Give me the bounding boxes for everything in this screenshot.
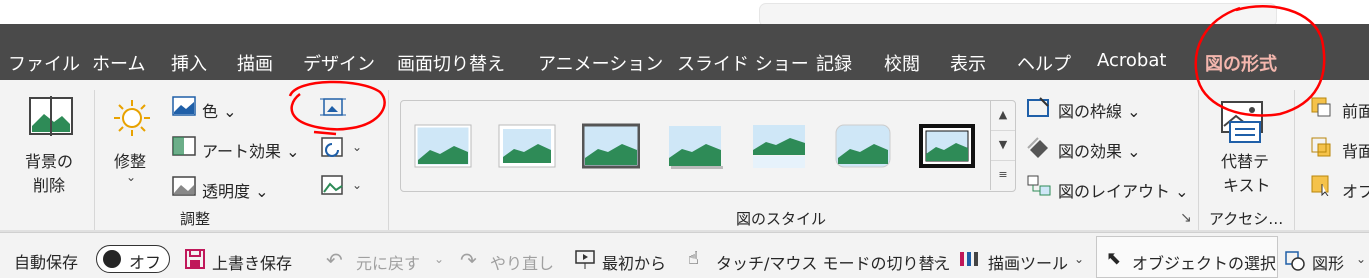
tab-design[interactable]: デザイン <box>303 50 375 76</box>
cursor-arrow-icon: ⬉ <box>1106 248 1122 269</box>
remove-background-label-2[interactable]: 削除 <box>33 172 65 196</box>
tab-file[interactable]: ファイル <box>8 50 80 76</box>
tab-draw[interactable]: 描画 <box>237 50 273 76</box>
selection-pane-icon[interactable] <box>1310 174 1332 200</box>
ribbon-tabs: ファイル ホーム 挿入 描画 デザイン 画面切り替え アニメーション スライド … <box>0 24 1369 84</box>
separator <box>1294 90 1295 230</box>
picture-layout-icon[interactable] <box>1026 174 1052 202</box>
gallery-scroll: ▲ ▼ ≡ <box>990 100 1015 190</box>
picture-border-icon[interactable] <box>1026 96 1052 122</box>
touch-mode-label[interactable]: タッチ/マウス モードの切り替え <box>716 250 950 274</box>
send-backward-label[interactable]: 背面 <box>1342 138 1369 162</box>
alt-text-label-2[interactable]: キスト <box>1223 172 1271 196</box>
style-thumbnail[interactable] <box>834 122 892 170</box>
remove-background-label-1[interactable]: 背景の <box>25 148 73 172</box>
present-from-start-icon[interactable] <box>574 248 596 274</box>
tab-acrobat[interactable]: Acrobat <box>1097 50 1166 71</box>
style-thumbnail[interactable] <box>750 122 808 170</box>
tab-view[interactable]: 表示 <box>950 50 986 76</box>
reset-picture-chevron-icon[interactable]: ⌄ <box>352 178 362 192</box>
tab-picture-format[interactable]: 図の形式 <box>1205 50 1277 84</box>
transparency-icon[interactable] <box>172 176 196 202</box>
tab-review[interactable]: 校閲 <box>884 50 920 76</box>
artistic-effects-label[interactable]: アート効果 ⌄ <box>202 138 300 162</box>
artistic-effects-icon[interactable] <box>172 136 196 162</box>
color-icon[interactable] <box>172 96 196 122</box>
search-box[interactable] <box>760 4 1276 26</box>
tab-help[interactable]: ヘルプ <box>1017 50 1071 76</box>
tab-record[interactable]: 記録 <box>816 50 852 76</box>
style-thumbnail[interactable] <box>498 122 556 170</box>
bring-forward-icon[interactable] <box>1310 96 1332 122</box>
transparency-label[interactable]: 透明度 ⌄ <box>202 178 269 202</box>
alt-text-label-1[interactable]: 代替テ <box>1221 148 1269 172</box>
change-picture-chevron-icon[interactable]: ⌄ <box>352 140 362 154</box>
remove-background-icon[interactable] <box>28 96 74 142</box>
accessibility-group-label: アクセシ… <box>1209 210 1284 228</box>
alt-text-icon[interactable] <box>1218 100 1268 150</box>
save-icon[interactable] <box>184 248 206 274</box>
undo-chevron-icon[interactable]: ⌄ <box>434 252 444 266</box>
draw-tools-chevron-icon[interactable]: ⌄ <box>1074 252 1084 266</box>
separator <box>388 90 389 230</box>
gallery-scroll-up-icon[interactable]: ▲ <box>991 100 1015 131</box>
touch-mode-icon[interactable]: ☝ <box>688 248 699 269</box>
corrections-chevron-icon[interactable]: ⌄ <box>126 170 136 184</box>
separator <box>94 90 95 230</box>
style-thumbnail[interactable] <box>581 122 641 170</box>
dialog-launcher-icon[interactable]: ↘ <box>1180 210 1192 226</box>
picture-layout-label[interactable]: 図のレイアウト ⌄ <box>1058 178 1189 202</box>
tab-slideshow[interactable]: スライド ショー <box>677 50 809 76</box>
style-thumbnail[interactable] <box>918 122 976 170</box>
tab-insert[interactable]: 挿入 <box>171 50 207 76</box>
shapes-chevron-icon[interactable]: ⌄ <box>1356 252 1366 266</box>
tab-animations[interactable]: アニメーション <box>538 50 663 76</box>
style-thumbnail[interactable] <box>666 122 724 170</box>
picture-effects-label[interactable]: 図の効果 ⌄ <box>1058 138 1141 162</box>
adjust-group-label: 調整 <box>180 210 211 228</box>
bring-forward-label[interactable]: 前面 <box>1342 98 1369 122</box>
shapes-icon[interactable] <box>1284 250 1306 276</box>
sun-icon[interactable] <box>112 98 152 142</box>
shapes-label[interactable]: 図形 <box>1312 250 1344 274</box>
draw-tools-label[interactable]: 描画ツール <box>988 250 1068 274</box>
gallery-scroll-down-icon[interactable]: ▼ <box>991 130 1015 161</box>
autosave-toggle[interactable]: オフ <box>96 245 170 273</box>
reset-picture-icon[interactable] <box>320 174 346 202</box>
corrections-label[interactable]: 修整 <box>114 148 146 172</box>
redo-icon[interactable]: ↷ <box>460 248 477 272</box>
touch-mode-chevron-icon[interactable]: ⌄ <box>932 252 942 266</box>
undo-icon[interactable]: ↶ <box>326 248 343 272</box>
draw-tools-icon[interactable] <box>958 248 982 274</box>
style-thumbnail[interactable] <box>414 122 472 170</box>
selection-pane-label[interactable]: オブ <box>1342 178 1369 202</box>
picture-effects-icon[interactable] <box>1026 136 1052 162</box>
change-picture-icon[interactable] <box>320 136 346 164</box>
select-objects-label[interactable]: オブジェクトの選択 <box>1132 250 1276 274</box>
send-backward-icon[interactable] <box>1310 136 1332 162</box>
compress-pictures-icon[interactable] <box>320 95 346 123</box>
redo-label[interactable]: やり直し <box>490 250 554 274</box>
save-label[interactable]: 上書き保存 <box>212 250 292 274</box>
gallery-more-icon[interactable]: ≡ <box>991 160 1015 190</box>
autosave-label: 自動保存 <box>14 253 79 272</box>
from-start-label[interactable]: 最初から <box>602 250 666 274</box>
autosave-state: オフ <box>129 253 162 272</box>
styles-group-label: 図のスタイル <box>736 210 827 228</box>
color-label[interactable]: 色 ⌄ <box>202 98 237 122</box>
picture-border-label[interactable]: 図の枠線 ⌄ <box>1058 98 1141 122</box>
tab-transitions[interactable]: 画面切り替え <box>397 50 505 76</box>
toggle-knob <box>103 250 121 268</box>
undo-label[interactable]: 元に戻す <box>356 250 420 274</box>
tab-home[interactable]: ホーム <box>92 50 145 76</box>
separator <box>1198 90 1199 230</box>
